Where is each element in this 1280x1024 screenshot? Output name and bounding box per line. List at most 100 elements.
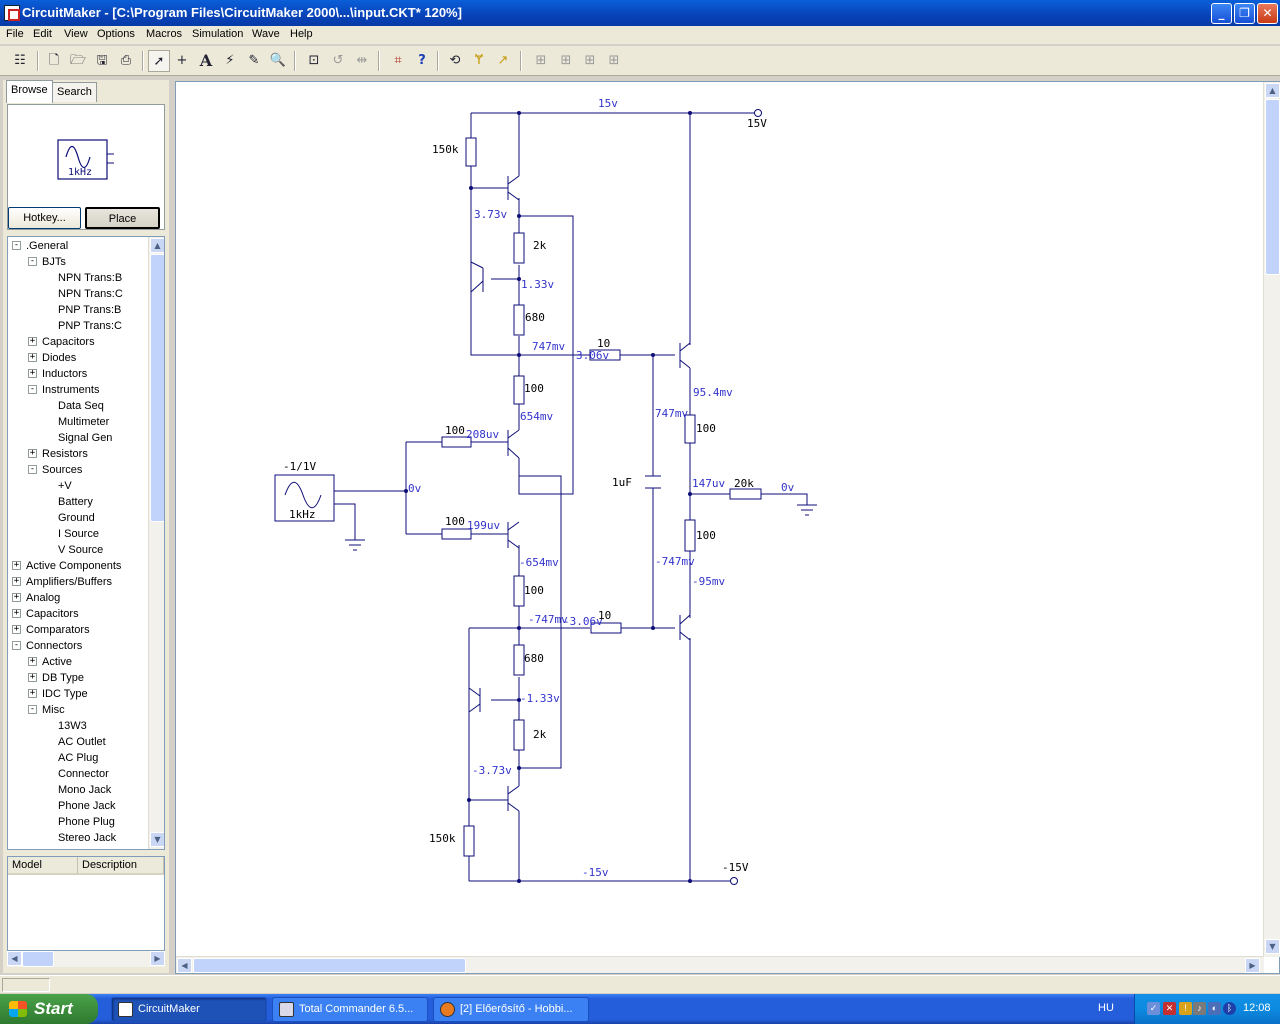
expand-icon[interactable]: + xyxy=(28,673,37,682)
align-right-icon[interactable]: ⊞ xyxy=(579,50,601,72)
tree-item[interactable]: NPN Trans:C xyxy=(8,286,148,302)
collapse-icon[interactable]: - xyxy=(12,241,21,250)
tree-item[interactable]: Phone Jack xyxy=(8,798,148,814)
tree-item[interactable]: Data Seq xyxy=(8,398,148,414)
scroll-left-icon[interactable]: ◀ xyxy=(177,958,192,973)
wire-tool-icon[interactable]: + xyxy=(171,50,193,72)
tree-item[interactable]: I Source xyxy=(8,526,148,542)
menu-wave[interactable]: Wave xyxy=(252,28,280,40)
distribute-icon[interactable]: ⊞ xyxy=(603,50,625,72)
panel-horizontal-scrollbar[interactable]: ◀ ▶ xyxy=(7,951,165,967)
tree-item[interactable]: + Active Components xyxy=(8,558,148,574)
tree-item[interactable]: + DB Type xyxy=(8,670,148,686)
tree-item[interactable]: Ground xyxy=(8,510,148,526)
expand-icon[interactable]: + xyxy=(12,561,21,570)
resistors[interactable] xyxy=(441,137,762,857)
align-center-icon[interactable]: ⊞ xyxy=(555,50,577,72)
column-description[interactable]: Description xyxy=(78,857,164,875)
tree-item[interactable]: +V xyxy=(8,478,148,494)
tree-item[interactable]: - Connectors xyxy=(8,638,148,654)
wand-icon[interactable]: Ɏ xyxy=(468,50,490,72)
tree-item[interactable]: - Sources xyxy=(8,462,148,478)
collapse-icon[interactable]: - xyxy=(28,465,37,474)
task-firefox[interactable]: [2] Előerősítő - Hobbi... xyxy=(433,997,589,1022)
probe-tool-icon[interactable]: ⚡ xyxy=(219,50,241,72)
vertical-scroll-thumb[interactable] xyxy=(1265,99,1280,275)
delete-tool-icon[interactable]: ✎ xyxy=(243,50,265,72)
tree-item[interactable]: + Active xyxy=(8,654,148,670)
scroll-down-icon[interactable]: ▼ xyxy=(1265,939,1280,954)
canvas-vertical-scrollbar[interactable]: ▲ ▼ xyxy=(1263,82,1280,957)
task-circuitmaker[interactable]: CircuitMaker xyxy=(111,997,267,1022)
tab-search[interactable]: Search xyxy=(52,82,97,102)
collapse-icon[interactable]: - xyxy=(12,641,21,650)
zoom-tool-icon[interactable]: 🔍 xyxy=(267,50,289,72)
mirror-icon[interactable]: ⇹ xyxy=(351,50,373,72)
tree-item[interactable]: + Analog xyxy=(8,590,148,606)
collapse-icon[interactable]: - xyxy=(28,257,37,266)
expand-icon[interactable]: + xyxy=(28,689,37,698)
tree-item[interactable]: + Diodes xyxy=(8,350,148,366)
collapse-icon[interactable]: - xyxy=(28,385,37,394)
menu-simulation[interactable]: Simulation xyxy=(192,28,243,40)
horizontal-scroll-thumb[interactable] xyxy=(193,958,466,973)
tree-vertical-scrollbar[interactable]: ▲ ▼ xyxy=(148,237,164,849)
language-indicator[interactable]: HU xyxy=(1098,1002,1114,1014)
tree-item[interactable]: Stereo Jack xyxy=(8,830,148,846)
expand-icon[interactable]: + xyxy=(28,337,37,346)
antivirus-icon[interactable]: ✕ xyxy=(1163,1002,1176,1015)
update-icon[interactable]: ◐ xyxy=(1208,1002,1221,1015)
expand-icon[interactable]: + xyxy=(28,369,37,378)
menu-view[interactable]: View xyxy=(64,28,88,40)
menu-options[interactable]: Options xyxy=(97,28,135,40)
tree-item[interactable]: V Source xyxy=(8,542,148,558)
minimize-button[interactable]: _ xyxy=(1211,3,1232,24)
expand-icon[interactable]: + xyxy=(12,577,21,586)
tree-item[interactable]: Battery xyxy=(8,494,148,510)
expand-icon[interactable]: + xyxy=(12,593,21,602)
netlist-icon[interactable]: ↗ xyxy=(492,50,514,72)
task-total-commander[interactable]: Total Commander 6.5... xyxy=(272,997,428,1022)
tree-item[interactable]: + Capacitors xyxy=(8,334,148,350)
trace-icon[interactable]: ⌗ xyxy=(387,50,409,72)
scroll-thumb[interactable] xyxy=(22,951,54,967)
menu-edit[interactable]: Edit xyxy=(33,28,52,40)
column-model[interactable]: Model xyxy=(8,857,78,875)
security-icon[interactable]: ! xyxy=(1179,1002,1192,1015)
circuitmaker-app-icon[interactable] xyxy=(4,5,20,21)
new-file-icon[interactable]: 🗋 xyxy=(43,50,65,72)
expand-icon[interactable]: + xyxy=(12,625,21,634)
tree-item[interactable]: + Comparators xyxy=(8,622,148,638)
network-icon[interactable]: ✓ xyxy=(1147,1002,1160,1015)
arrow-tool-icon[interactable]: ➚ xyxy=(148,50,170,72)
scroll-down-icon[interactable]: ▼ xyxy=(150,832,164,847)
align-left-icon[interactable]: ⊞ xyxy=(530,50,552,72)
scroll-left-icon[interactable]: ◀ xyxy=(7,951,22,966)
scroll-right-icon[interactable]: ▶ xyxy=(1245,958,1260,973)
tree-item[interactable]: + Amplifiers/Buffers xyxy=(8,574,148,590)
menu-file[interactable]: File xyxy=(6,28,24,40)
canvas-horizontal-scrollbar[interactable]: ◀ ▶ xyxy=(176,956,1264,973)
scroll-up-icon[interactable]: ▲ xyxy=(150,238,164,253)
place-button[interactable]: Place xyxy=(85,207,160,229)
expand-icon[interactable]: + xyxy=(12,609,21,618)
tree-item[interactable]: + Resistors xyxy=(8,446,148,462)
undo-icon[interactable]: ⟲ xyxy=(444,50,466,72)
volume-icon[interactable]: ♪ xyxy=(1193,1002,1206,1015)
tree-item[interactable]: PNP Trans:C xyxy=(8,318,148,334)
tree-item[interactable]: Multimeter xyxy=(8,414,148,430)
tree-item[interactable]: Phone Plug xyxy=(8,814,148,830)
tree-item[interactable]: - BJTs xyxy=(8,254,148,270)
expand-icon[interactable]: + xyxy=(28,657,37,666)
tree-item[interactable]: 13W3 xyxy=(8,718,148,734)
menu-help[interactable]: Help xyxy=(290,28,313,40)
tree-item[interactable]: Connector xyxy=(8,766,148,782)
tree-item[interactable]: + Inductors xyxy=(8,366,148,382)
collapse-icon[interactable]: - xyxy=(28,705,37,714)
menu-macros[interactable]: Macros xyxy=(146,28,182,40)
tree-item[interactable]: - .General xyxy=(8,238,148,254)
text-tool-icon[interactable]: A xyxy=(195,50,217,72)
tree-item[interactable]: AC Plug xyxy=(8,750,148,766)
tree-item[interactable]: + IDC Type xyxy=(8,686,148,702)
expand-icon[interactable]: + xyxy=(28,449,37,458)
